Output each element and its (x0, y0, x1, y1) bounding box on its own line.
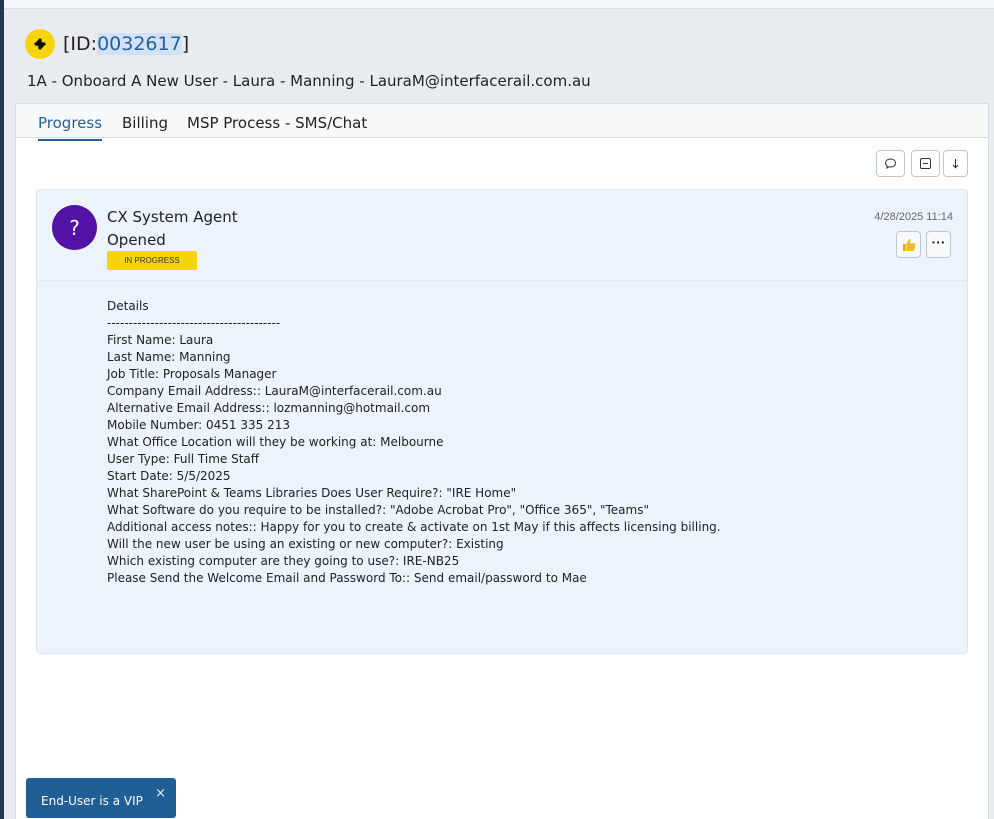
like-button[interactable] (896, 231, 921, 258)
details-line: Company Email Address:: LauraM@interface… (107, 384, 442, 398)
more-icon: ··· (931, 234, 946, 250)
ticket-id-prefix: [ID: (63, 33, 98, 55)
vip-toast: End-User is a VIP × (26, 778, 176, 818)
status-badge: IN PROGRESS (107, 251, 197, 270)
tab-msp-process[interactable]: MSP Process - SMS/Chat (187, 114, 367, 132)
details-line: What Office Location will they be workin… (107, 435, 444, 449)
details-line: Details (107, 299, 149, 313)
ticket-id: [ID:0032617] (63, 33, 189, 55)
details-line: Mobile Number: 0451 335 213 (107, 418, 291, 432)
tab-bar: Progress Billing MSP Process - SMS/Chat (16, 104, 988, 141)
details-line: Job Title: Proposals Manager (107, 367, 277, 381)
tab-progress[interactable]: Progress (38, 114, 103, 141)
collapse-button[interactable] (911, 150, 940, 177)
ticket-id-number[interactable]: 0032617 (97, 33, 182, 55)
details-line: What Software do you require to be insta… (107, 503, 649, 517)
details-line: Alternative Email Address:: lozmanning@h… (107, 401, 431, 415)
details-line: Will the new user be using an existing o… (107, 537, 504, 551)
collapse-icon (920, 158, 931, 169)
close-icon[interactable]: × (155, 786, 166, 801)
activity-entry: ? CX System Agent Opened IN PROGRESS 4/2… (36, 189, 968, 654)
entry-details: Details --------------------------------… (107, 298, 721, 587)
ticket-icon (25, 29, 55, 59)
ticket-title: 1A - Onboard A New User - Laura - Mannin… (27, 72, 591, 90)
tab-billing[interactable]: Billing (122, 114, 168, 132)
details-line: Last Name: Manning (107, 350, 231, 364)
entry-action: Opened (107, 231, 166, 249)
sort-down-icon (952, 159, 959, 169)
app-sidebar-edge (0, 0, 4, 819)
details-line: Please Send the Welcome Email and Passwo… (107, 571, 587, 585)
sort-button[interactable] (943, 150, 968, 177)
details-line: First Name: Laura (107, 333, 214, 347)
toast-message: End-User is a VIP (41, 794, 143, 808)
ticket-panel: Progress Billing MSP Process - SMS/Chat … (15, 103, 989, 819)
comment-button[interactable] (876, 150, 905, 177)
more-options-button[interactable]: ··· (926, 231, 951, 258)
entry-timestamp: 4/28/2025 11:14 (874, 211, 953, 223)
details-line: What SharePoint & Teams Libraries Does U… (107, 486, 517, 500)
entry-author: CX System Agent (107, 208, 238, 226)
ticket-id-suffix: ] (181, 33, 190, 55)
comment-icon (884, 158, 897, 169)
details-line: Start Date: 5/5/2025 (107, 469, 231, 483)
top-bar (4, 0, 994, 9)
details-line: Additional access notes:: Happy for you … (107, 520, 721, 534)
details-line: Which existing computer are they going t… (107, 554, 460, 568)
details-line: ---------------------------------------- (107, 316, 281, 330)
avatar: ? (52, 205, 97, 250)
thumbs-up-icon (902, 238, 916, 251)
activity-entry-header: ? CX System Agent Opened IN PROGRESS 4/2… (37, 190, 967, 281)
details-line: User Type: Full Time Staff (107, 452, 260, 466)
